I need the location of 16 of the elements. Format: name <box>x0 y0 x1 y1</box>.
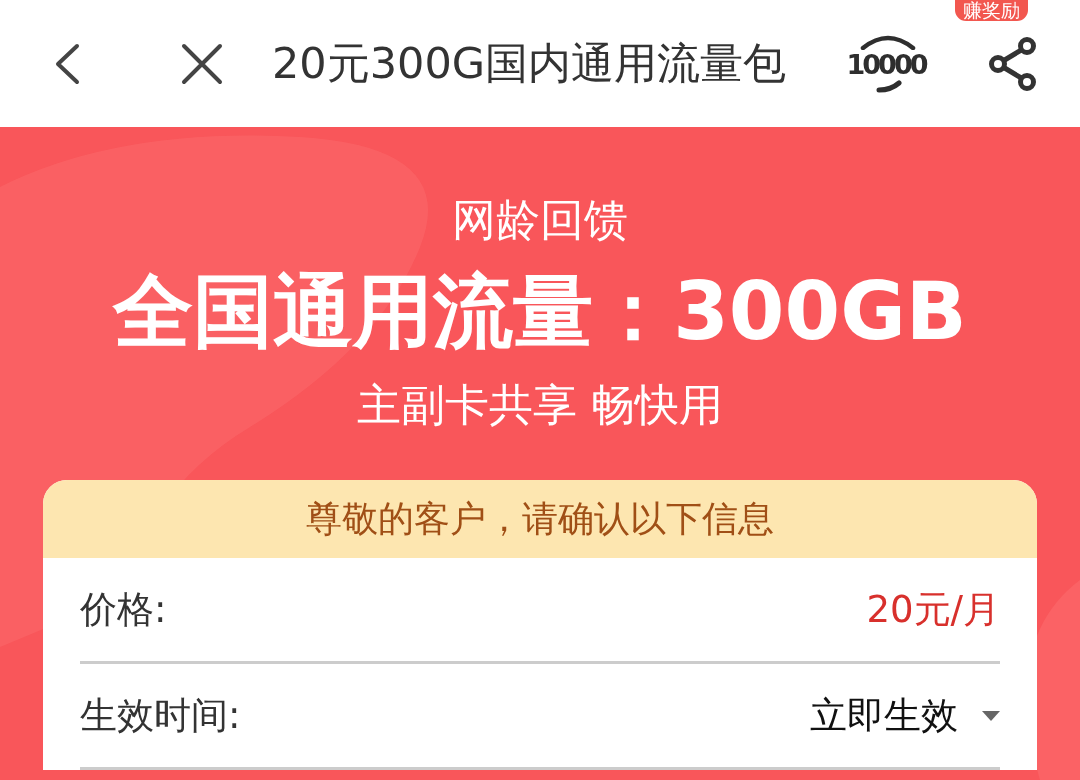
field-label: 生效时间: <box>80 692 241 739</box>
effective-time-select[interactable]: 立即生效 <box>810 690 958 741</box>
price-value: 20元/月 <box>866 586 1000 633</box>
page-title: 20元300G国内通用流量包 <box>272 36 787 90</box>
card-heading: 尊敬的客户，请确认以下信息 <box>306 496 774 541</box>
share-icon <box>989 35 1039 92</box>
reward-badge: 赚奖励 <box>955 0 1028 21</box>
banner-headline: 全国通用流量：300GB <box>113 264 967 360</box>
customer-service-button[interactable]: 10000 <box>842 21 934 106</box>
close-icon <box>181 42 223 85</box>
field-label: 价格: <box>80 586 167 633</box>
back-icon <box>54 42 80 85</box>
dropdown-caret-icon <box>982 710 1000 721</box>
banner-subtitle: 网龄回馈 <box>452 193 628 247</box>
headset-band-icon <box>860 33 916 50</box>
banner-tagline: 主副卡共享 畅快用 <box>357 378 723 432</box>
